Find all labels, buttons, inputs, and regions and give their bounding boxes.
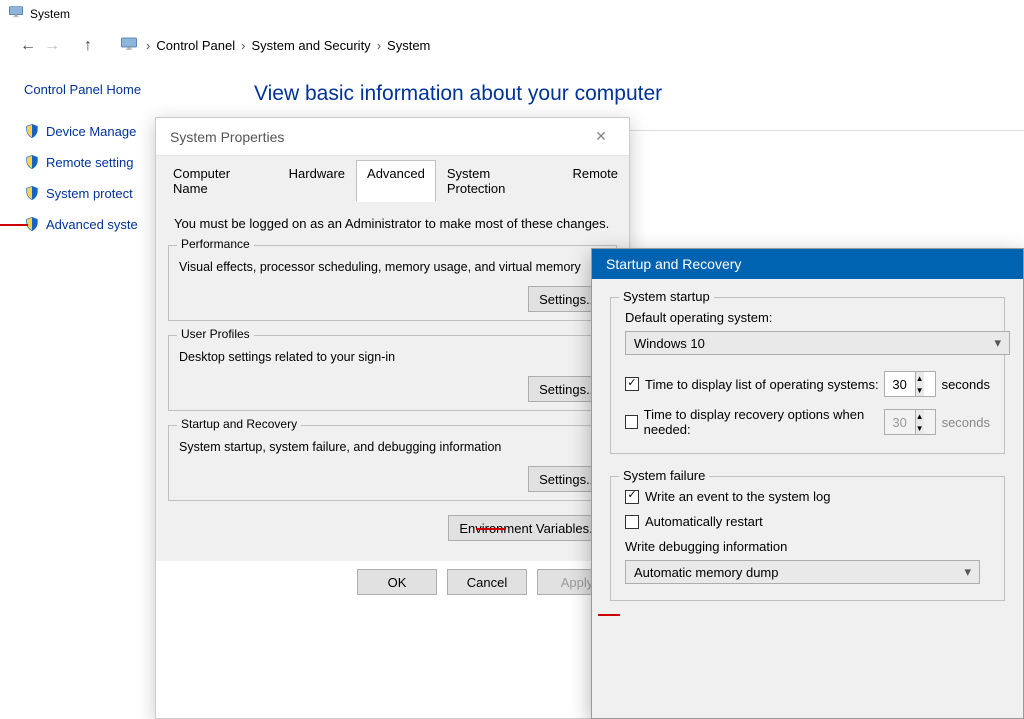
group-label: Performance	[177, 237, 254, 251]
computer-icon	[100, 35, 146, 56]
group-user-profiles: User Profiles Desktop settings related t…	[168, 335, 617, 411]
seconds-unit: seconds	[942, 415, 990, 430]
admin-note: You must be logged on as an Administrato…	[174, 216, 611, 231]
group-label: Startup and Recovery	[177, 417, 301, 431]
window-title: System	[30, 7, 70, 21]
annotation-arrow	[476, 528, 506, 530]
auto-restart-checkbox[interactable]	[625, 515, 639, 529]
group-desc: Visual effects, processor scheduling, me…	[179, 260, 606, 274]
write-event-checkbox[interactable]	[625, 490, 639, 504]
group-label: System failure	[619, 468, 709, 483]
tab-hardware[interactable]: Hardware	[278, 160, 356, 202]
time-recovery-value	[885, 410, 915, 434]
auto-restart-label: Automatically restart	[645, 514, 763, 529]
group-desc: System startup, system failure, and debu…	[179, 440, 606, 454]
tab-bar: Computer Name Hardware Advanced System P…	[156, 160, 629, 202]
combo-value: Automatic memory dump	[634, 565, 779, 580]
forward-arrow-icon: →	[40, 37, 64, 55]
seconds-unit: seconds	[942, 377, 990, 392]
chevron-right-icon[interactable]: ›	[146, 38, 150, 53]
sidebar-item-label: Advanced syste	[46, 217, 138, 232]
dialog-title: Startup and Recovery	[592, 249, 1023, 279]
dialog-button-row: OK Cancel Apply	[156, 561, 629, 605]
default-os-label: Default operating system:	[625, 310, 990, 325]
spin-down-icon: ▼	[916, 422, 924, 434]
back-arrow-icon[interactable]: ←	[16, 37, 40, 55]
time-os-spinner[interactable]: ▲▼	[884, 371, 936, 397]
breadcrumb-item[interactable]: System and Security	[251, 38, 370, 53]
time-recovery-checkbox[interactable]	[625, 415, 638, 429]
group-system-failure: System failure Write an event to the sys…	[610, 476, 1005, 601]
write-event-label: Write an event to the system log	[645, 489, 830, 504]
dialog-titlebar: System Properties ✕	[156, 118, 629, 155]
dialog-title: System Properties	[170, 129, 284, 145]
cancel-button[interactable]: Cancel	[447, 569, 527, 595]
sidebar-home-link[interactable]: Control Panel Home	[24, 82, 254, 97]
tab-remote[interactable]: Remote	[561, 160, 629, 202]
environment-variables-button[interactable]: Environment Variables...	[448, 515, 611, 541]
chevron-down-icon: ▾	[964, 564, 971, 580]
time-os-value[interactable]	[885, 372, 915, 396]
chevron-right-icon[interactable]: ›	[377, 38, 381, 53]
chevron-right-icon[interactable]: ›	[241, 38, 245, 53]
nav-bar: ← → ↑ › Control Panel › System and Secur…	[0, 27, 1024, 68]
group-label: System startup	[619, 289, 714, 304]
shield-icon	[24, 154, 40, 170]
shield-icon	[24, 185, 40, 201]
annotation-arrow	[0, 224, 28, 226]
group-label: User Profiles	[177, 327, 254, 341]
spin-up-icon: ▲	[916, 410, 924, 422]
chevron-down-icon: ▾	[994, 335, 1001, 351]
spin-down-icon[interactable]: ▼	[916, 384, 924, 396]
default-os-combo[interactable]: Windows 10 ▾	[625, 331, 1010, 355]
tab-system-protection[interactable]: System Protection	[436, 160, 562, 202]
tab-computer-name[interactable]: Computer Name	[162, 160, 278, 202]
close-icon[interactable]: ✕	[587, 128, 615, 145]
breadcrumb-item[interactable]: System	[387, 38, 430, 53]
computer-icon	[8, 4, 30, 23]
shield-icon	[24, 123, 40, 139]
group-desc: Desktop settings related to your sign-in	[179, 350, 606, 364]
breadcrumb-item[interactable]: Control Panel	[156, 38, 235, 53]
write-debug-label: Write debugging information	[625, 539, 990, 554]
group-performance: Performance Visual effects, processor sc…	[168, 245, 617, 321]
time-os-label: Time to display list of operating system…	[645, 377, 879, 392]
ok-button[interactable]: OK	[357, 569, 437, 595]
up-arrow-icon[interactable]: ↑	[76, 37, 100, 55]
window-titlebar: System	[0, 0, 1024, 27]
time-recovery-spinner: ▲▼	[884, 409, 936, 435]
group-system-startup: System startup Default operating system:…	[610, 297, 1005, 454]
write-debug-combo[interactable]: Automatic memory dump ▾	[625, 560, 980, 584]
sidebar-item-label: Device Manage	[46, 124, 136, 139]
group-startup-recovery: Startup and Recovery System startup, sys…	[168, 425, 617, 501]
combo-value: Windows 10	[634, 336, 705, 351]
tab-advanced[interactable]: Advanced	[356, 160, 436, 202]
time-recovery-label: Time to display recovery options when ne…	[644, 407, 884, 437]
system-properties-dialog: System Properties ✕ Computer Name Hardwa…	[155, 117, 630, 719]
sidebar-item-label: Remote setting	[46, 155, 133, 170]
spin-up-icon[interactable]: ▲	[916, 372, 924, 384]
breadcrumb: › Control Panel › System and Security › …	[146, 38, 436, 53]
startup-recovery-dialog: Startup and Recovery System startup Defa…	[591, 248, 1024, 719]
sidebar-item-label: System protect	[46, 186, 133, 201]
page-title: View basic information about your comput…	[254, 82, 1024, 106]
time-os-checkbox[interactable]	[625, 377, 639, 391]
annotation-arrow	[598, 614, 620, 616]
